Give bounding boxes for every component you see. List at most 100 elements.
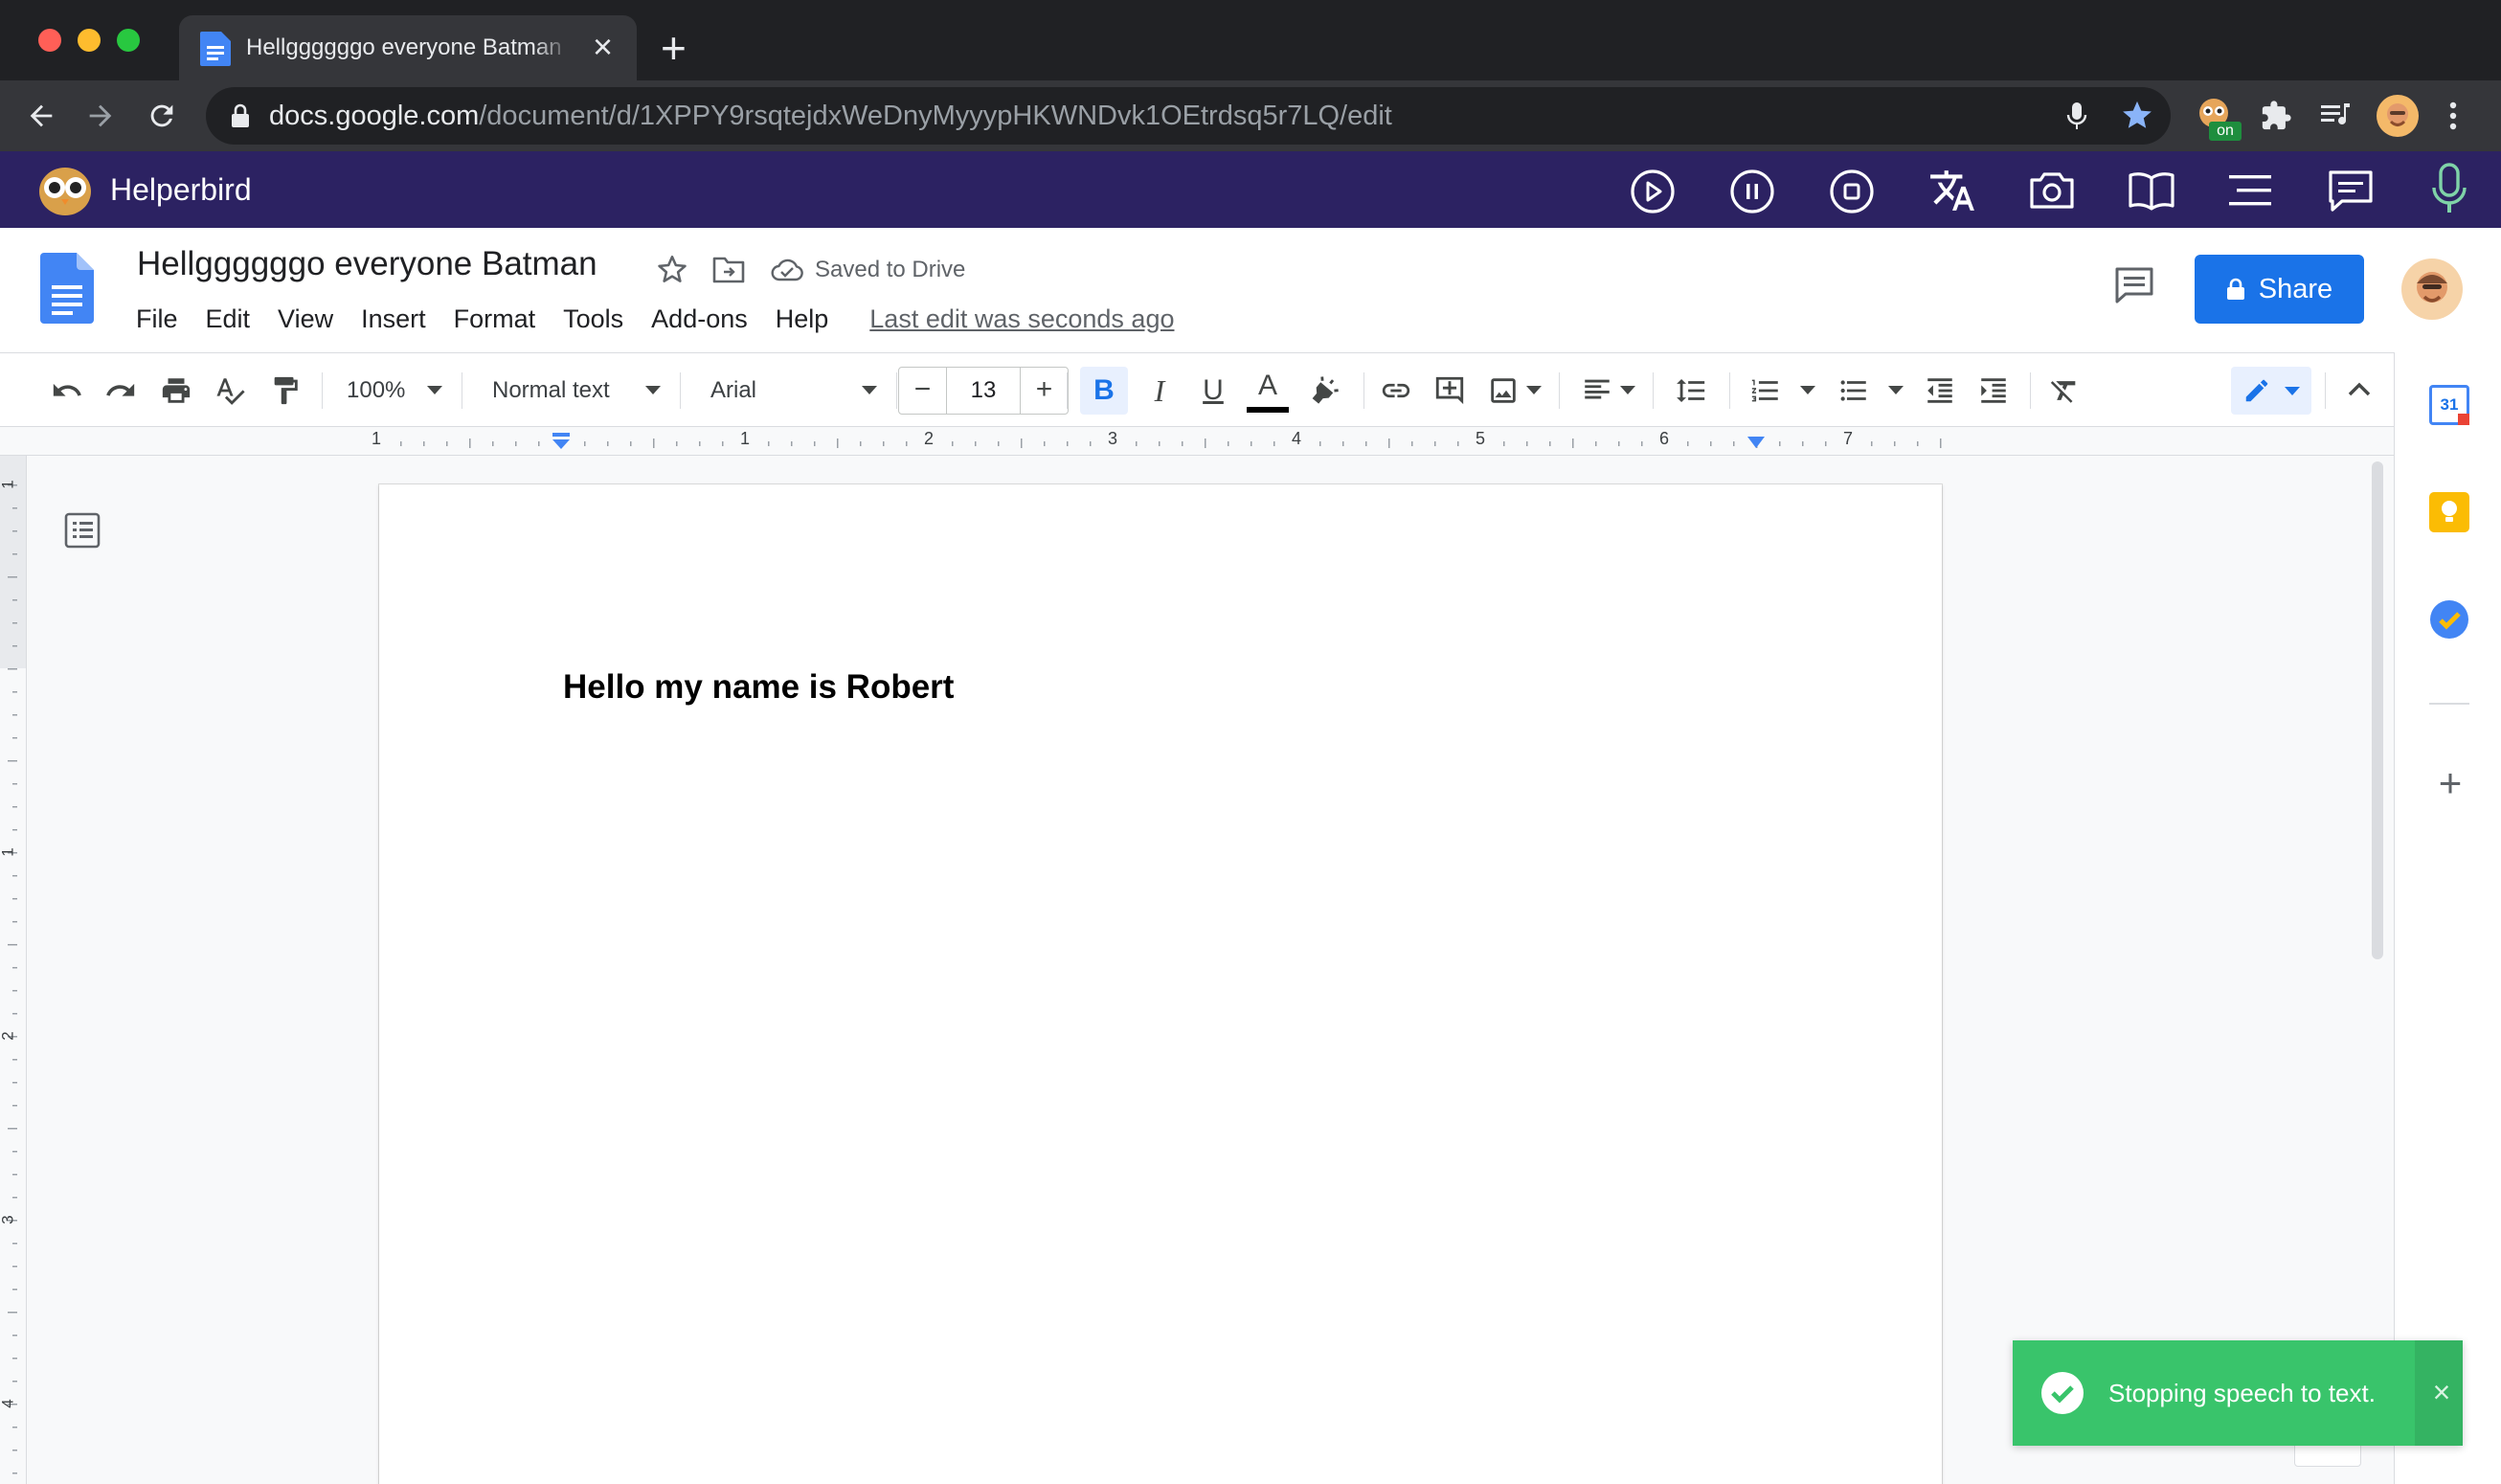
share-button[interactable]: Share bbox=[2195, 255, 2364, 324]
vruler-tick bbox=[12, 1266, 17, 1268]
vruler-tick bbox=[8, 668, 17, 670]
paragraph-style-select[interactable]: Normal text bbox=[492, 353, 610, 428]
move-folder-icon[interactable] bbox=[712, 255, 745, 283]
spellcheck-icon[interactable] bbox=[213, 374, 247, 407]
horizontal-ruler[interactable]: 1 1 2 3 4 5 6 7 bbox=[0, 427, 2394, 456]
window-zoom-button[interactable] bbox=[117, 29, 140, 52]
print-icon[interactable] bbox=[159, 374, 193, 407]
numbered-list-icon[interactable] bbox=[1748, 374, 1783, 407]
line-focus-icon[interactable] bbox=[2227, 172, 2273, 209]
translate-icon[interactable] bbox=[1928, 167, 1976, 214]
clear-formatting-icon[interactable] bbox=[2047, 374, 2082, 407]
decrease-font-size-button[interactable]: − bbox=[899, 368, 947, 414]
last-edit-link[interactable]: Last edit was seconds ago bbox=[869, 304, 1174, 334]
extensions-puzzle-icon[interactable] bbox=[2260, 100, 2292, 132]
font-size-input[interactable]: 13 bbox=[947, 368, 1020, 414]
menu-file[interactable]: File bbox=[136, 304, 178, 334]
collapse-chevron-up-icon[interactable] bbox=[2346, 378, 2373, 401]
vertical-ruler[interactable]: 1 1 2 3 4 bbox=[0, 456, 27, 1484]
text-color-button[interactable]: A bbox=[1245, 363, 1291, 411]
editing-mode-button[interactable] bbox=[2231, 367, 2311, 415]
google-keep-icon[interactable] bbox=[2429, 492, 2469, 532]
menu-insert[interactable]: Insert bbox=[361, 304, 426, 334]
menu-view[interactable]: View bbox=[278, 304, 333, 334]
document-outline-icon[interactable] bbox=[63, 511, 101, 550]
align-dropdown-caret-icon[interactable] bbox=[1620, 386, 1635, 395]
address-bar[interactable]: docs.google.com/document/d/1XPPY9rsqtejd… bbox=[206, 87, 2171, 145]
paint-format-icon[interactable] bbox=[268, 374, 303, 407]
insert-link-icon[interactable] bbox=[1379, 374, 1413, 407]
camera-icon[interactable] bbox=[2028, 169, 2076, 213]
font-family-select[interactable]: Arial bbox=[710, 353, 756, 428]
star-outline-icon[interactable] bbox=[656, 253, 688, 285]
decrease-indent-icon[interactable] bbox=[1923, 374, 1957, 407]
bulleted-list-icon[interactable] bbox=[1836, 374, 1871, 407]
window-close-button[interactable] bbox=[38, 29, 61, 52]
reload-icon[interactable] bbox=[146, 100, 178, 132]
vruler-tick bbox=[12, 599, 17, 601]
ruler-tick bbox=[837, 438, 839, 448]
font-dropdown-caret-icon[interactable] bbox=[862, 386, 877, 395]
style-dropdown-caret-icon[interactable] bbox=[645, 386, 661, 395]
redo-icon[interactable] bbox=[103, 374, 138, 407]
menu-format[interactable]: Format bbox=[454, 304, 536, 334]
document-title[interactable]: Hellggggggo everyone Batman bbox=[137, 245, 597, 283]
add-comment-icon[interactable] bbox=[1432, 374, 1467, 407]
window-minimize-button[interactable] bbox=[78, 29, 101, 52]
forward-arrow-icon[interactable] bbox=[84, 100, 117, 132]
right-indent-marker-icon[interactable] bbox=[1745, 435, 1768, 452]
toast-close-button[interactable]: × bbox=[2424, 1340, 2459, 1446]
highlight-pen-icon[interactable] bbox=[1308, 374, 1341, 407]
mic-icon[interactable] bbox=[2065, 101, 2088, 131]
document-body-text[interactable]: Hello my name is Robert bbox=[563, 668, 954, 707]
bulleted-list-caret-icon[interactable] bbox=[1888, 386, 1904, 395]
insert-image-icon[interactable] bbox=[1486, 374, 1521, 407]
underline-button[interactable]: U bbox=[1189, 367, 1237, 415]
left-indent-marker-icon[interactable] bbox=[550, 431, 573, 454]
vruler-tick bbox=[12, 645, 17, 647]
reader-book-icon[interactable] bbox=[2128, 170, 2175, 211]
pause-circle-icon[interactable] bbox=[1729, 169, 1775, 214]
feedback-comment-icon[interactable] bbox=[2327, 169, 2375, 214]
bookmark-star-icon[interactable] bbox=[2121, 99, 2153, 131]
vruler-tick bbox=[12, 1151, 17, 1153]
ruler-tick bbox=[1090, 441, 1092, 446]
zoom-select[interactable]: 100% bbox=[347, 353, 405, 428]
undo-icon[interactable] bbox=[50, 374, 84, 407]
zoom-dropdown-caret-icon[interactable] bbox=[427, 386, 442, 395]
save-status: Saved to Drive bbox=[771, 251, 965, 289]
document-scrollbar[interactable] bbox=[2372, 461, 2383, 959]
media-control-icon[interactable] bbox=[2319, 100, 2354, 132]
browser-tab-active[interactable]: Hellggggggo everyone Batman × bbox=[179, 15, 637, 80]
microphone-icon[interactable] bbox=[2430, 161, 2468, 218]
italic-button[interactable]: I bbox=[1136, 367, 1183, 415]
menu-help[interactable]: Help bbox=[776, 304, 829, 334]
new-tab-button[interactable]: + bbox=[661, 19, 687, 77]
menu-addons[interactable]: Add-ons bbox=[651, 304, 748, 334]
ruler-tick bbox=[791, 441, 793, 446]
increase-indent-icon[interactable] bbox=[1976, 374, 2011, 407]
image-dropdown-caret-icon[interactable] bbox=[1526, 386, 1542, 395]
increase-font-size-button[interactable]: + bbox=[1020, 368, 1068, 414]
play-circle-icon[interactable] bbox=[1630, 169, 1676, 214]
google-calendar-icon[interactable]: 31 bbox=[2429, 385, 2469, 425]
account-avatar[interactable] bbox=[2401, 259, 2463, 320]
align-left-icon[interactable] bbox=[1580, 374, 1614, 407]
bold-button[interactable]: B bbox=[1080, 367, 1128, 415]
chrome-menu-kebab-icon[interactable] bbox=[2447, 100, 2459, 132]
menu-tools[interactable]: Tools bbox=[563, 304, 623, 334]
ruler-tick bbox=[1457, 441, 1459, 446]
line-spacing-icon[interactable] bbox=[1674, 374, 1708, 407]
back-arrow-icon[interactable] bbox=[25, 100, 57, 132]
stop-circle-icon[interactable] bbox=[1829, 169, 1875, 214]
vruler-tick bbox=[12, 737, 17, 739]
document-page[interactable]: Hello my name is Robert bbox=[379, 484, 1942, 1484]
profile-avatar[interactable] bbox=[2377, 95, 2419, 137]
tab-close-icon[interactable]: × bbox=[593, 15, 613, 80]
menu-edit[interactable]: Edit bbox=[206, 304, 251, 334]
comment-history-icon[interactable] bbox=[2114, 266, 2154, 304]
google-tasks-icon[interactable] bbox=[2429, 599, 2469, 640]
add-addon-button[interactable]: + bbox=[2431, 763, 2469, 803]
numbered-list-caret-icon[interactable] bbox=[1800, 386, 1815, 395]
docs-home-logo-icon[interactable] bbox=[40, 253, 94, 324]
